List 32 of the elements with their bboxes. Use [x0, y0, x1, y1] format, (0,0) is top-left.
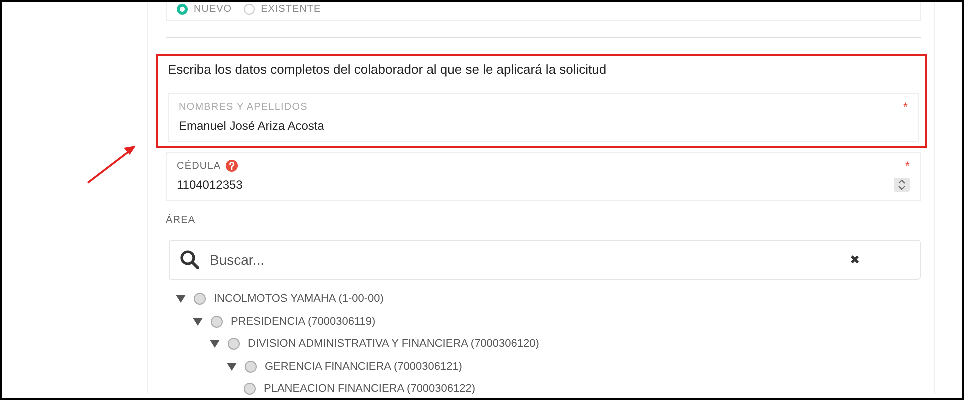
field-label: CÉDULA: [177, 160, 222, 172]
field-label: NOMBRES Y APELLIDOS: [179, 102, 309, 112]
area-label: ÁREA: [166, 215, 197, 226]
tree-item[interactable]: DIVISION ADMINISTRATIVA Y FINANCIERA (7000306120): [248, 338, 540, 350]
expand-toggle-icon[interactable]: [176, 295, 186, 304]
pointer-arrow: [86, 143, 138, 185]
tree-item[interactable]: PRESIDENCIA (7000306119): [231, 316, 376, 328]
radio-option[interactable]: EXISTENTE: [244, 4, 322, 14]
name-field[interactable]: NOMBRES Y APELLIDOS * Emanuel José Ariza Acosta: [168, 93, 919, 142]
clear-button[interactable]: ✖: [850, 253, 860, 267]
spinner-icon[interactable]: [894, 178, 910, 192]
field-value: 1104012353: [177, 178, 243, 192]
expand-toggle-icon[interactable]: [210, 340, 220, 348]
tree-radio[interactable]: [194, 293, 206, 306]
field-value: Emanuel José Ariza Acosta: [179, 119, 326, 133]
search-icon: [180, 250, 200, 270]
required-mark: *: [905, 159, 910, 173]
tree-radio[interactable]: [211, 316, 223, 328]
required-mark: *: [903, 100, 908, 114]
id-field[interactable]: CÉDULA * 1104012353: [166, 152, 921, 201]
radio-option[interactable]: NUEVO: [177, 4, 232, 14]
help-icon[interactable]: [226, 160, 238, 172]
expand-toggle-icon[interactable]: [193, 318, 203, 326]
tree-radio[interactable]: [245, 360, 257, 373]
tree-radio[interactable]: [228, 338, 240, 350]
tree-item[interactable]: PLANEACION FINANCIERA (7000306122): [264, 383, 476, 396]
search-field[interactable]: Buscar... ✖: [169, 240, 921, 280]
tree-item[interactable]: INCOLMOTOS YAMAHA (1-00-00): [214, 293, 384, 306]
instruction-text: Escriba los datos completos del colaborador al que se le aplicará la solicitud: [168, 62, 608, 77]
expand-toggle-icon[interactable]: [227, 362, 237, 371]
tree-item[interactable]: GERENCIA FINANCIERA (7000306121): [265, 360, 462, 373]
tree-radio[interactable]: [244, 383, 256, 396]
